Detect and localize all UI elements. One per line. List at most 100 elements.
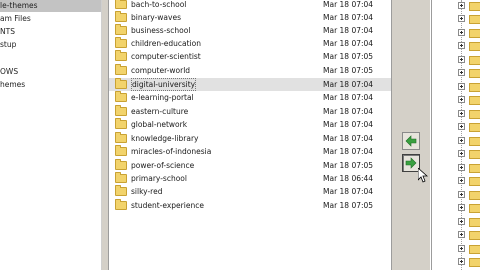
expand-icon[interactable] <box>458 83 465 90</box>
file-name: computer-world <box>131 66 191 75</box>
file-date: Mar 18 07:04 <box>323 13 374 22</box>
file-row[interactable]: power-of-science Mar 18 07:05 <box>109 159 392 172</box>
file-row[interactable]: eastern-culture Mar 18 07:04 <box>109 105 392 118</box>
expand-icon[interactable] <box>458 137 465 144</box>
file-date: Mar 18 07:04 <box>323 80 374 89</box>
file-row[interactable]: knowledge-library Mar 18 07:04 <box>109 132 392 145</box>
folder-icon <box>469 69 480 78</box>
file-row[interactable]: global-network Mar 18 07:04 <box>109 118 392 131</box>
expand-icon[interactable] <box>458 2 465 9</box>
tree-node[interactable] <box>432 216 480 229</box>
tree-node[interactable] <box>432 135 480 148</box>
folder-icon <box>469 191 480 200</box>
file-date: Mar 18 07:05 <box>323 66 374 75</box>
folder-icon <box>115 199 127 210</box>
file-name: eastern-culture <box>131 107 189 116</box>
expand-icon[interactable] <box>458 258 465 265</box>
file-date: Mar 18 06:44 <box>323 174 374 183</box>
file-name: digital-university <box>131 78 197 91</box>
folder-icon <box>115 78 127 89</box>
left-tree-item[interactable]: am Files <box>0 14 31 24</box>
file-list[interactable]: bach-to-school Mar 18 07:04 binary-waves… <box>108 0 392 270</box>
folder-icon <box>115 0 127 9</box>
tree-node[interactable] <box>432 81 480 94</box>
tree-node[interactable] <box>432 148 480 161</box>
expand-icon[interactable] <box>458 110 465 117</box>
file-name: children-education <box>131 39 202 48</box>
folder-icon <box>115 145 127 156</box>
file-date: Mar 18 07:04 <box>323 39 374 48</box>
folder-icon <box>115 172 127 183</box>
expand-icon[interactable] <box>458 56 465 63</box>
expand-icon[interactable] <box>458 150 465 157</box>
left-tree-item[interactable]: NTS <box>0 27 15 37</box>
expand-icon[interactable] <box>458 42 465 49</box>
tree-node[interactable] <box>432 0 480 13</box>
left-tree-item[interactable]: le-themes <box>0 1 38 11</box>
tree-node[interactable] <box>432 229 480 242</box>
left-tree-item[interactable]: stup <box>0 40 16 50</box>
tree-node[interactable] <box>432 243 480 256</box>
left-tree-item[interactable]: OWS <box>0 67 18 77</box>
file-row[interactable]: computer-scientist Mar 18 07:05 <box>109 50 392 63</box>
tree-node[interactable] <box>432 202 480 215</box>
expand-icon[interactable] <box>458 15 465 22</box>
mouse-cursor-icon <box>418 168 428 183</box>
file-name: computer-scientist <box>131 52 201 61</box>
tree-node[interactable] <box>432 27 480 40</box>
file-name: binary-waves <box>131 13 181 22</box>
left-folder-tree[interactable]: le-themes am Files NTS stup OWS hemes <box>0 0 102 270</box>
tree-node[interactable] <box>432 175 480 188</box>
folder-icon <box>469 83 480 92</box>
file-name: global-network <box>131 120 188 129</box>
folder-icon <box>115 91 127 102</box>
file-row[interactable]: binary-waves Mar 18 07:04 <box>109 11 392 24</box>
file-name: e-learning-portal <box>131 93 194 102</box>
file-row-selected[interactable]: digital-university Mar 18 07:04 <box>109 78 392 91</box>
file-row[interactable]: student-experience Mar 18 07:05 <box>109 199 392 212</box>
folder-icon <box>469 150 480 159</box>
folder-icon <box>469 15 480 24</box>
expand-icon[interactable] <box>458 177 465 184</box>
expand-icon[interactable] <box>458 231 465 238</box>
file-row[interactable]: silky-red Mar 18 07:04 <box>109 185 392 198</box>
expand-icon[interactable] <box>458 123 465 130</box>
file-row[interactable]: e-learning-portal Mar 18 07:04 <box>109 91 392 104</box>
expand-icon[interactable] <box>458 191 465 198</box>
file-name: business-school <box>131 26 191 35</box>
file-row[interactable]: primary-school Mar 18 06:44 <box>109 172 392 185</box>
expand-icon[interactable] <box>458 245 465 252</box>
file-date: Mar 18 07:04 <box>323 120 374 129</box>
expand-icon[interactable] <box>458 69 465 76</box>
tree-node[interactable] <box>432 189 480 202</box>
folder-icon <box>115 105 127 116</box>
file-row[interactable]: children-education Mar 18 07:04 <box>109 37 392 50</box>
file-row[interactable]: computer-world Mar 18 07:05 <box>109 64 392 77</box>
tree-node[interactable] <box>432 108 480 121</box>
copy-left-button[interactable] <box>402 132 420 150</box>
expand-icon[interactable] <box>458 164 465 171</box>
left-tree-item[interactable]: hemes <box>0 80 25 90</box>
tree-node[interactable] <box>432 121 480 134</box>
tree-node[interactable] <box>432 40 480 53</box>
expand-icon[interactable] <box>458 204 465 211</box>
file-date: Mar 18 07:04 <box>323 107 374 116</box>
expand-icon[interactable] <box>458 96 465 103</box>
file-date: Mar 18 07:04 <box>323 147 374 156</box>
file-row[interactable]: miracles-of-indonesia Mar 18 07:04 <box>109 145 392 158</box>
right-folder-tree[interactable] <box>431 0 480 270</box>
tree-node[interactable] <box>432 67 480 80</box>
file-row[interactable]: business-school Mar 18 07:04 <box>109 24 392 37</box>
expand-icon[interactable] <box>458 218 465 225</box>
tree-node[interactable] <box>432 162 480 175</box>
tree-node[interactable] <box>432 13 480 26</box>
file-name: silky-red <box>131 187 163 196</box>
file-name: power-of-science <box>131 161 195 170</box>
arrow-left-icon <box>405 135 417 147</box>
tree-node[interactable] <box>432 94 480 107</box>
tree-node[interactable] <box>432 256 480 269</box>
file-row[interactable]: bach-to-school Mar 18 07:04 <box>109 0 392 11</box>
file-date: Mar 18 07:04 <box>323 26 374 35</box>
expand-icon[interactable] <box>458 29 465 36</box>
tree-node[interactable] <box>432 54 480 67</box>
